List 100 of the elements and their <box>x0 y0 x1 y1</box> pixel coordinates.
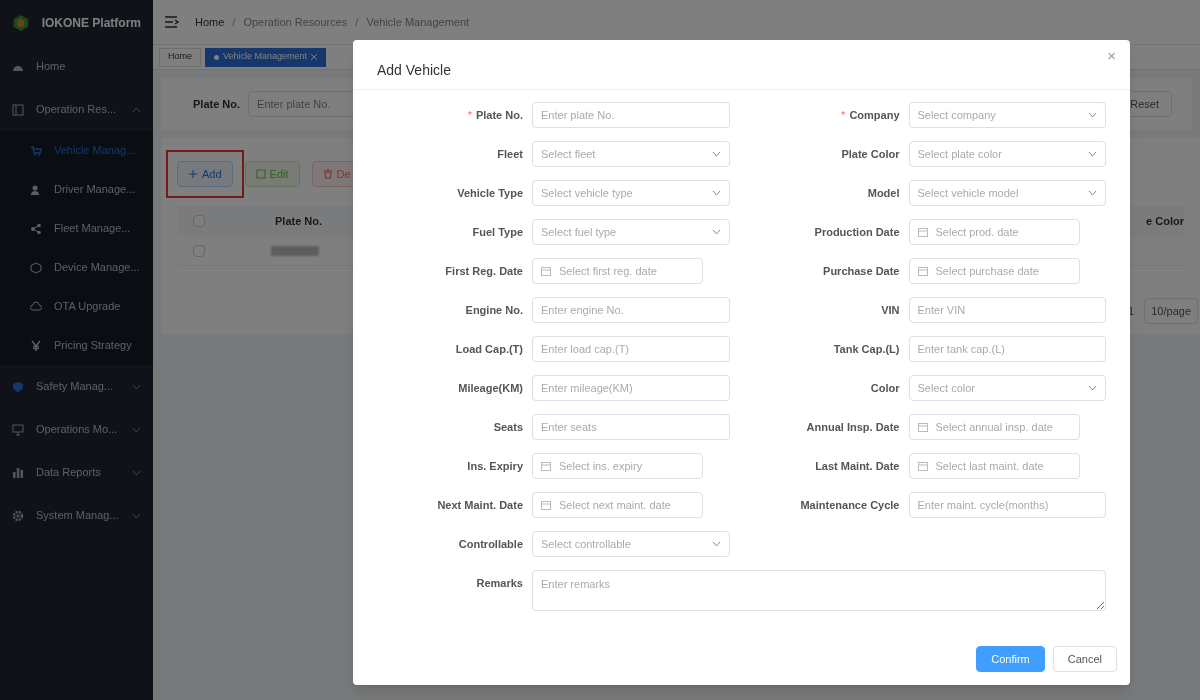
add-button[interactable]: Add <box>177 161 233 187</box>
text-field[interactable]: Enter tank cap.(L) <box>908 336 1106 362</box>
field-label: Model <box>866 185 900 201</box>
text-field[interactable]: Enter VIN <box>908 297 1106 323</box>
page-tab[interactable]: Home <box>159 47 201 67</box>
shield-icon <box>12 380 24 393</box>
cube-icon <box>30 261 42 274</box>
cart-icon <box>30 144 42 157</box>
monitor-icon <box>12 423 24 436</box>
nav-item[interactable]: Data Reports <box>0 451 153 494</box>
field-label: Engine No. <box>464 302 523 318</box>
plus-icon <box>188 169 198 179</box>
brand-name: IOKONE Platform <box>41 14 141 32</box>
date-field[interactable]: Select last maint. date <box>908 453 1080 479</box>
required-mark: * <box>467 107 472 123</box>
field-label: Vehicle Type <box>456 185 523 201</box>
field-label: Fleet <box>496 146 523 162</box>
select-all-checkbox[interactable] <box>193 215 205 227</box>
cancel-button[interactable]: Cancel <box>1052 646 1117 672</box>
calendar-icon <box>541 461 551 471</box>
date-field[interactable]: Select next maint. date <box>532 492 703 518</box>
select-field[interactable]: Select vehicle type <box>532 180 730 206</box>
nav-subitem[interactable]: Device Manage... <box>0 248 153 287</box>
select-field[interactable]: Select fleet <box>532 141 730 167</box>
field-label: Fuel Type <box>471 224 523 240</box>
field-label: Remarks <box>475 575 523 591</box>
nav-item[interactable]: Operations Mo... <box>0 408 153 451</box>
field-label: * Company <box>729 102 900 128</box>
select-field[interactable]: Select company <box>908 102 1106 128</box>
yen-icon <box>30 339 42 352</box>
nav-item[interactable]: Operation Res... <box>0 88 153 131</box>
field-label: Ins. Expiry <box>466 458 523 474</box>
page-size-select[interactable]: 10/page <box>1144 298 1198 324</box>
field-label: Controllable <box>457 536 523 552</box>
page-tab[interactable]: Vehicle Management <box>205 47 327 67</box>
chevron-down-icon <box>1088 151 1097 157</box>
chevron-down-icon <box>711 541 721 547</box>
nav-subitem[interactable]: Driver Manage... <box>0 170 153 209</box>
breadcrumb-item[interactable]: Home <box>195 13 225 31</box>
row-checkbox[interactable] <box>193 244 205 257</box>
date-field[interactable]: Select prod. date <box>908 219 1080 245</box>
field-label: Color <box>869 380 900 396</box>
close-icon[interactable] <box>311 54 318 60</box>
menu-icon[interactable] <box>165 16 179 28</box>
date-field[interactable]: Select first reg. date <box>532 258 703 284</box>
remarks-field[interactable]: Enter remarks <box>532 570 1106 611</box>
dialog-title: Add Vehicle <box>377 61 451 80</box>
select-field[interactable]: Select controllable <box>532 531 730 557</box>
filter-label: Plate No. <box>193 96 241 112</box>
select-field[interactable]: Select plate color <box>908 141 1106 167</box>
breadcrumb-separator: / <box>232 14 236 30</box>
blurred-plate-block <box>271 245 319 256</box>
field-label: Load Cap.(T) <box>454 341 523 357</box>
panel-icon <box>12 103 24 116</box>
breadcrumb-separator: / <box>355 14 359 30</box>
calendar-icon <box>917 227 928 237</box>
calendar-icon <box>917 422 928 432</box>
chevron-down-icon <box>711 190 721 196</box>
nav-subitem[interactable]: Vehicle Manag... <box>0 131 153 170</box>
calendar-icon <box>917 266 928 276</box>
field-label: Purchase Date <box>822 263 900 279</box>
field-label: Annual Insp. Date <box>805 419 900 435</box>
breadcrumb-item[interactable]: Operation Resources <box>243 13 348 31</box>
nav-item[interactable]: System Manag... <box>0 494 153 537</box>
breadcrumb-item[interactable]: Vehicle Management <box>366 13 470 31</box>
nav-subitem[interactable]: Pricing Strategy <box>0 326 153 365</box>
column-header: Plate No. <box>275 213 323 229</box>
text-field[interactable]: Enter engine No. <box>532 297 730 323</box>
nav-subitem[interactable]: OTA Upgrade <box>0 287 153 326</box>
close-button[interactable]: × <box>1107 48 1116 63</box>
select-field[interactable]: Select vehicle model <box>908 180 1106 206</box>
edit-button[interactable]: Edit <box>244 161 300 187</box>
chevron-down-icon <box>711 229 721 235</box>
select-field[interactable]: Select color <box>908 375 1106 401</box>
column-header: e Color <box>1146 213 1184 229</box>
share-icon <box>30 222 42 235</box>
chevron-down-icon <box>1088 385 1097 391</box>
field-label: Plate Color <box>840 146 900 162</box>
select-field[interactable]: Select fuel type <box>532 219 730 245</box>
field-label: Seats <box>492 419 523 435</box>
date-field[interactable]: Select purchase date <box>908 258 1080 284</box>
text-field[interactable]: Enter load cap.(T) <box>532 336 730 362</box>
field-label: First Reg. Date <box>444 263 523 279</box>
field-label: Production Date <box>813 224 900 240</box>
text-field[interactable]: Enter seats <box>532 414 730 440</box>
nav-item[interactable]: Home <box>0 45 153 88</box>
date-field[interactable]: Select annual insp. date <box>908 414 1080 440</box>
nav-item[interactable]: Safety Manag... <box>0 365 153 408</box>
text-field[interactable]: Enter plate No. <box>532 102 730 128</box>
field-label: VIN <box>880 302 900 318</box>
date-field[interactable]: Select ins. expiry <box>532 453 703 479</box>
chevron-down-icon <box>1088 190 1097 196</box>
chevron-down-icon <box>711 151 721 157</box>
text-field[interactable]: Enter maint. cycle(months) <box>908 492 1106 518</box>
confirm-button[interactable]: Confirm <box>976 646 1045 672</box>
edit-icon <box>255 169 266 179</box>
text-field[interactable]: Enter mileage(KM) <box>532 375 730 401</box>
field-label: Tank Cap.(L) <box>832 341 900 357</box>
calendar-icon <box>541 266 551 276</box>
nav-subitem[interactable]: Fleet Manage... <box>0 209 153 248</box>
